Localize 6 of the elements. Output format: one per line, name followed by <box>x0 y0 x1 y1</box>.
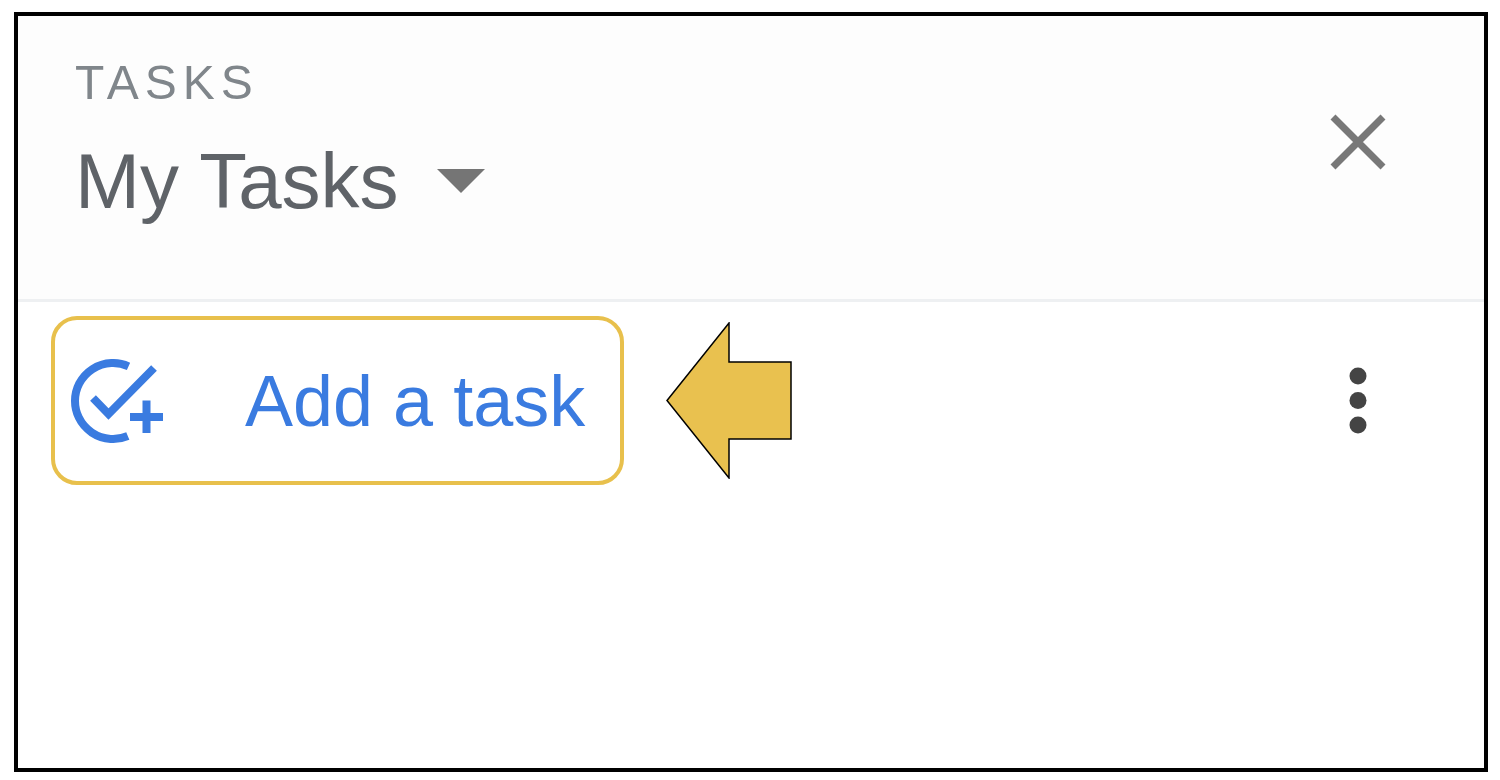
section-label: TASKS <box>75 59 259 107</box>
caret-icon <box>436 169 485 193</box>
check-circle-plus-icon <box>71 358 163 443</box>
add-task-button[interactable]: Add a task <box>51 316 625 485</box>
close-icon[interactable] <box>1329 113 1387 171</box>
more-options-icon[interactable] <box>1349 367 1367 434</box>
